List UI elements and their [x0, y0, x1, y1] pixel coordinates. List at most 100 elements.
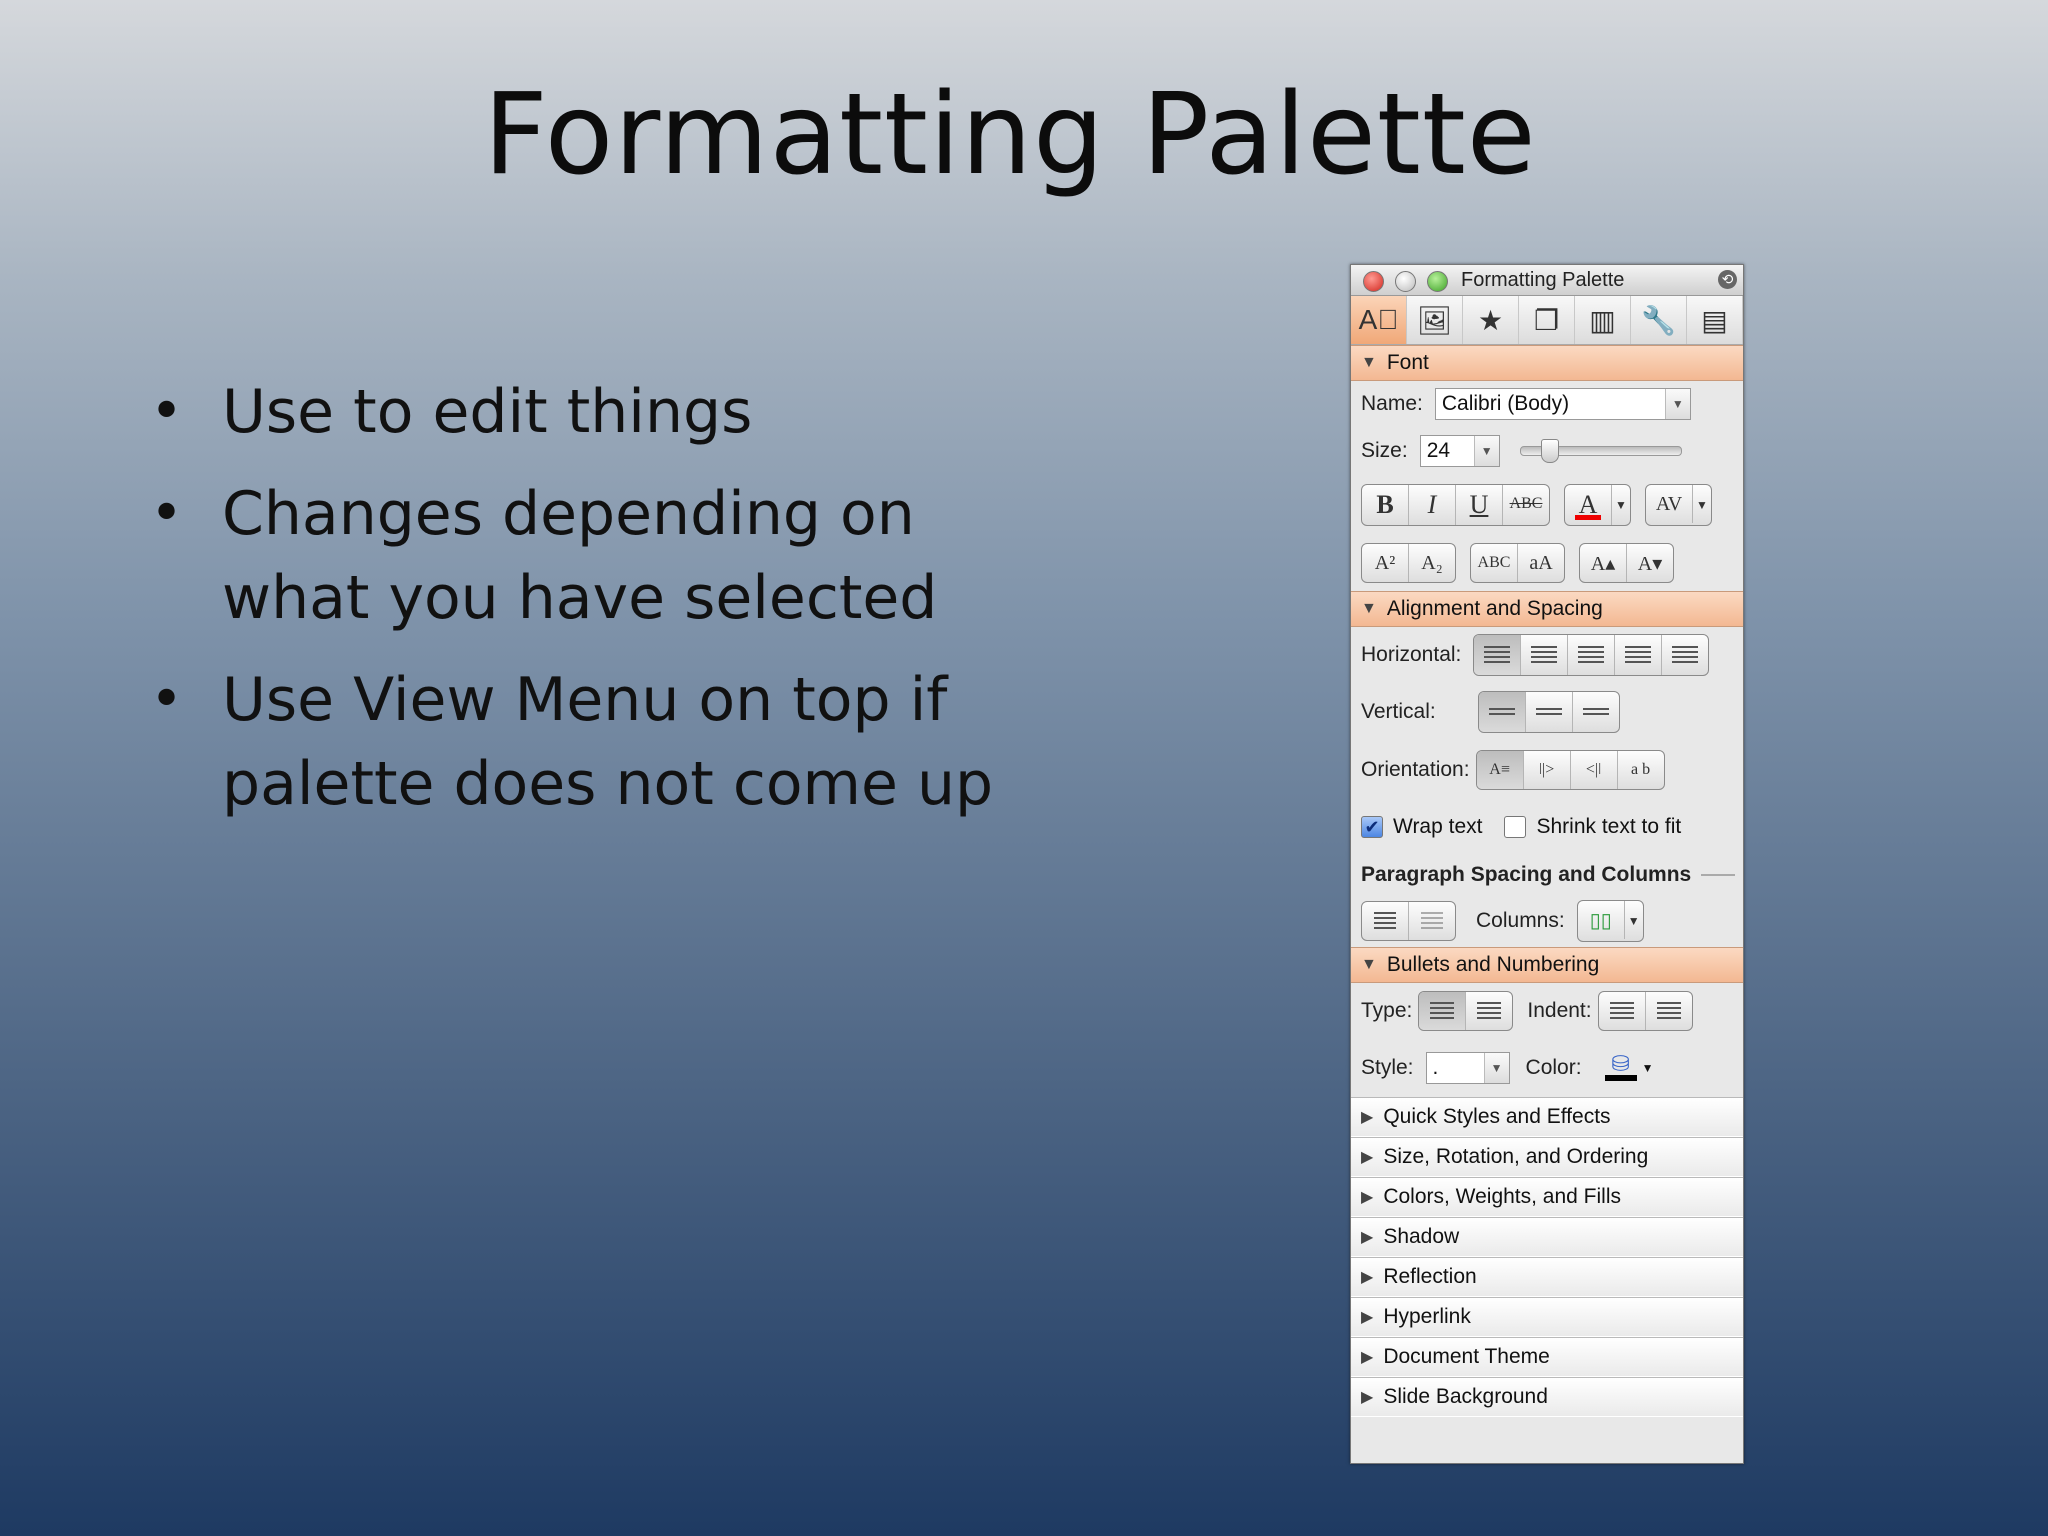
align-center-button[interactable]: [1521, 635, 1569, 675]
paragraph-spacing-group: [1361, 901, 1456, 941]
align-left-button[interactable]: [1474, 635, 1522, 675]
horizontal-align-group: [1473, 634, 1710, 676]
divider: [1701, 874, 1735, 876]
section-title: Alignment and Spacing: [1386, 597, 1603, 620]
close-window-button[interactable]: [1363, 271, 1384, 292]
align-top-button[interactable]: [1478, 692, 1526, 732]
font-color-button[interactable]: A: [1565, 485, 1612, 525]
chevron-down-icon[interactable]: ▼: [1664, 389, 1690, 419]
style-label: Style:: [1361, 1056, 1414, 1079]
distribute-icon: [1672, 646, 1699, 664]
bullets-section-header[interactable]: ▼ Bullets and Numbering: [1351, 947, 1743, 983]
text-format-icon[interactable]: A⃞: [1351, 296, 1407, 344]
indent-group: [1597, 991, 1693, 1031]
reflection-section[interactable]: ▶ Reflection: [1351, 1257, 1743, 1297]
chevron-down-icon[interactable]: ▼: [1473, 436, 1499, 466]
decrease-indent-button[interactable]: [1599, 992, 1646, 1030]
alignment-section-header[interactable]: ▼ Alignment and Spacing: [1351, 591, 1743, 627]
font-size-slider[interactable]: [1519, 439, 1682, 463]
superscript-button[interactable]: A²: [1362, 544, 1409, 582]
stacked-text-button[interactable]: a b: [1618, 751, 1664, 789]
horizontal-text-button[interactable]: A≡: [1476, 751, 1524, 789]
font-section-header[interactable]: ▼ Font: [1351, 345, 1743, 381]
section-title: Font: [1386, 351, 1429, 374]
small-caps-button[interactable]: ABC: [1471, 544, 1518, 582]
align-bottom-button[interactable]: [1573, 692, 1619, 732]
wrap-text-checkbox[interactable]: ✔ Wrap text: [1361, 815, 1482, 839]
star-icon[interactable]: ★: [1463, 296, 1519, 344]
text-style-group: B I U ABC: [1361, 484, 1550, 526]
bullet-color-picker[interactable]: ⛁: [1604, 1053, 1638, 1083]
minimize-window-button[interactable]: [1395, 271, 1416, 292]
font-name-combo[interactable]: Calibri (Body) ▼: [1434, 388, 1691, 420]
colors-weights-section[interactable]: ▶ Colors, Weights, and Fills: [1351, 1177, 1743, 1217]
quick-styles-section[interactable]: ▶ Quick Styles and Effects: [1351, 1097, 1743, 1137]
rotate-up-button[interactable]: <|ǀ: [1571, 751, 1618, 789]
horizontal-label: Horizontal:: [1361, 643, 1462, 666]
chevron-down-icon[interactable]: ▼: [1693, 485, 1711, 525]
script-group: A² A₂: [1361, 543, 1456, 583]
shrink-text-label: Shrink text to fit: [1536, 815, 1682, 838]
disclosure-open-icon: ▼: [1361, 600, 1377, 617]
numbered-list-button[interactable]: [1466, 992, 1512, 1030]
chevron-down-icon[interactable]: ▼: [1625, 901, 1643, 941]
disclosure-closed-icon: ▶: [1361, 1269, 1374, 1286]
underline-button[interactable]: U: [1456, 485, 1503, 525]
empty-checkbox-icon[interactable]: [1504, 816, 1527, 838]
zoom-window-button[interactable]: [1427, 271, 1448, 292]
shadow-section[interactable]: ▶ Shadow: [1351, 1217, 1743, 1257]
char-spacing-group: AV ▼: [1645, 484, 1712, 526]
section-title: Reflection: [1383, 1265, 1477, 1288]
subscript-button[interactable]: A₂: [1409, 544, 1455, 582]
font-name-label: Name:: [1361, 392, 1423, 415]
shrink-font-button[interactable]: A▾: [1627, 544, 1673, 582]
numbered-list-icon: [1477, 1002, 1502, 1020]
scrapbook-icon[interactable]: ❐: [1519, 296, 1575, 344]
list-type-group: [1418, 991, 1514, 1031]
slide-background-section[interactable]: ▶ Slide Background: [1351, 1377, 1743, 1417]
reference-tools-icon[interactable]: ▥: [1575, 296, 1631, 344]
chevron-down-icon[interactable]: ▼: [1612, 485, 1630, 525]
rotate-down-button[interactable]: ǀ|>: [1524, 751, 1571, 789]
size-rotation-section[interactable]: ▶ Size, Rotation, and Ordering: [1351, 1137, 1743, 1177]
indent-label: Indent:: [1527, 999, 1592, 1022]
bold-button[interactable]: B: [1362, 485, 1409, 525]
strikethrough-button[interactable]: ABC: [1503, 485, 1549, 523]
hyperlink-section[interactable]: ▶ Hyperlink: [1351, 1297, 1743, 1337]
character-spacing-button[interactable]: AV: [1646, 485, 1693, 523]
increase-spacing-button[interactable]: [1362, 902, 1409, 940]
wrench-icon[interactable]: 🔧: [1631, 296, 1687, 344]
palette-options-icon[interactable]: ⟲: [1718, 270, 1737, 289]
slider-knob[interactable]: [1540, 439, 1559, 463]
align-middle-button[interactable]: [1526, 692, 1573, 732]
font-size-combo[interactable]: 24 ▼: [1419, 435, 1500, 467]
font-color-group: A ▼: [1564, 484, 1631, 526]
section-title: Slide Background: [1383, 1385, 1548, 1408]
spacing-increase-icon: [1374, 912, 1396, 930]
checkmark-icon[interactable]: ✔: [1361, 816, 1383, 838]
bullet-style-combo[interactable]: . ▼: [1425, 1052, 1510, 1084]
bulleted-list-button[interactable]: [1419, 992, 1467, 1030]
disclosure-closed-icon: ▶: [1361, 1389, 1374, 1406]
align-right-button[interactable]: [1568, 635, 1616, 675]
bullet-item: Use to edit things: [150, 370, 1022, 454]
italic-button[interactable]: I: [1409, 485, 1456, 525]
distribute-button[interactable]: [1662, 635, 1708, 675]
columns-label: Columns:: [1476, 909, 1565, 932]
align-center-icon: [1531, 646, 1558, 664]
chevron-down-icon[interactable]: ▼: [1642, 1061, 1654, 1075]
grow-font-button[interactable]: A▴: [1580, 544, 1627, 582]
insert-picture-icon[interactable]: 🖼: [1407, 296, 1463, 344]
toolbox-icon[interactable]: ▤: [1687, 296, 1743, 344]
columns-icon[interactable]: ▯▯: [1578, 901, 1625, 939]
document-theme-section[interactable]: ▶ Document Theme: [1351, 1337, 1743, 1377]
vertical-label: Vertical:: [1361, 700, 1436, 723]
decrease-spacing-button[interactable]: [1409, 902, 1455, 940]
palette-titlebar[interactable]: Formatting Palette ⟲: [1351, 265, 1743, 296]
bullet-list: Use to edit things Changes depending on …: [150, 370, 1022, 844]
chevron-down-icon[interactable]: ▼: [1483, 1053, 1509, 1083]
shrink-text-checkbox[interactable]: Shrink text to fit: [1504, 815, 1681, 839]
change-case-button[interactable]: aA: [1518, 544, 1564, 582]
justify-button[interactable]: [1615, 635, 1663, 675]
increase-indent-button[interactable]: [1646, 992, 1692, 1030]
